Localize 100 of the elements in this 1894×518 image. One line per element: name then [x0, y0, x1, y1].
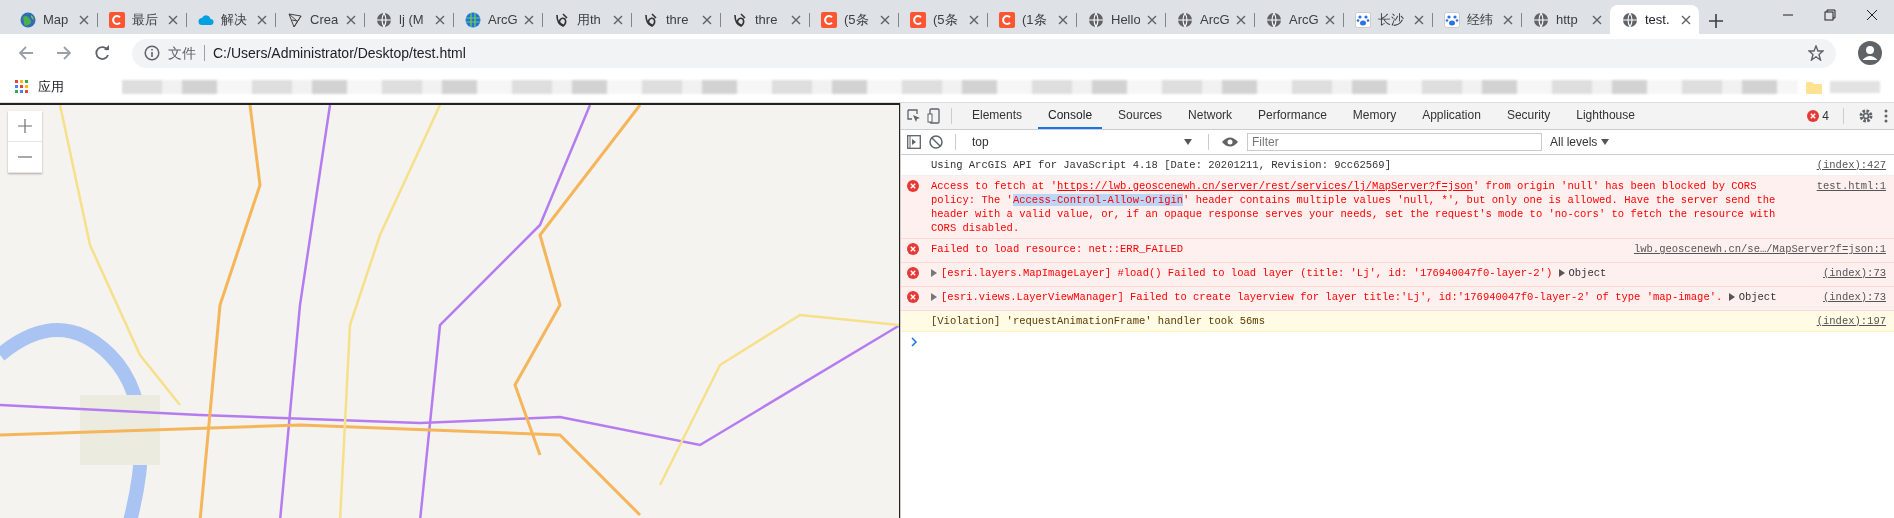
clear-console-icon[interactable]: [929, 135, 943, 149]
log-levels-select[interactable]: All levels: [1550, 135, 1610, 149]
devtools-tab[interactable]: Network: [1178, 103, 1243, 129]
url-link[interactable]: https://lwb.geoscenewh.cn/server/rest/services/lj/MapServer?f=json: [1057, 180, 1473, 192]
browser-tab[interactable]: Crea: [275, 5, 364, 34]
restore-icon[interactable]: [1824, 9, 1836, 21]
error-icon: [907, 243, 919, 255]
earth-icon: [20, 11, 36, 28]
browser-tab[interactable]: (1条: [987, 5, 1076, 34]
globe-icon: [1088, 11, 1104, 28]
source-link[interactable]: (index):197: [1804, 314, 1886, 328]
devtools-tab[interactable]: Memory: [1342, 103, 1407, 129]
browser-tab[interactable]: 经纬: [1432, 5, 1521, 34]
console-message: [Violation] 'requestAnimationFrame' handler took 56ms: [931, 314, 1266, 328]
browser-tab[interactable]: thre: [631, 5, 720, 34]
source-link[interactable]: test.html:1: [1804, 179, 1886, 235]
address-field[interactable]: 文件 C:/Users/Administrator/Desktop/test.html: [132, 38, 1836, 68]
back-icon[interactable]: [18, 45, 34, 61]
devtools-tab[interactable]: Security: [1496, 103, 1561, 129]
c-logo-icon: [821, 11, 837, 28]
apps-bookmark[interactable]: 应用: [38, 78, 64, 96]
eye-icon[interactable]: [1221, 136, 1239, 148]
browser-tab[interactable]: Map: [8, 5, 97, 34]
devtools-tab[interactable]: Lighthouse: [1566, 103, 1645, 129]
console-message: Using ArcGIS API for JavaScript 4.18 [Date: 20201211, Revision: 9cc62569]: [931, 158, 1392, 172]
expand-arrow-icon[interactable]: [931, 269, 937, 278]
browser-tab[interactable]: test.: [1610, 5, 1699, 34]
source-link[interactable]: lwb.geoscenewh.cn/se…/MapServer?f=json:1: [1621, 242, 1886, 259]
browser-tab[interactable]: http: [1521, 5, 1610, 34]
c-logo-icon: [910, 11, 926, 28]
browser-tab[interactable]: ArcG: [453, 5, 542, 34]
device-toolbar-icon[interactable]: [927, 108, 941, 124]
profile-icon[interactable]: [1858, 41, 1882, 65]
globe-icon: [1622, 11, 1638, 28]
devtools-tab[interactable]: Performance: [1248, 103, 1337, 129]
source-link[interactable]: (index):73: [1811, 290, 1886, 307]
plus-icon: [18, 119, 32, 133]
error-icon: [907, 291, 919, 303]
globe-icon: [465, 11, 481, 28]
expand-arrow-icon[interactable]: [1558, 269, 1565, 278]
browser-tab[interactable]: lj (M: [364, 5, 453, 34]
blurred-bookmarks: [1830, 81, 1880, 93]
globe-icon: [1177, 11, 1193, 28]
console-message: [esri.views.LayerViewManager] Failed to create layerview for layer title:'Lj', id:'176940047f0-layer-2' of type 'map-image'.: [941, 291, 1723, 303]
sidebar-toggle-icon[interactable]: [907, 135, 921, 149]
source-link[interactable]: (index):73: [1811, 266, 1886, 283]
paw-icon: [1355, 11, 1371, 28]
star-icon[interactable]: [1808, 45, 1824, 61]
swirl-icon: [732, 11, 748, 28]
browser-tab[interactable]: 最后: [97, 5, 186, 34]
plus-icon[interactable]: [1709, 14, 1723, 28]
devtools-tab[interactable]: Sources: [1108, 103, 1173, 129]
apps-grid-icon[interactable]: [14, 79, 30, 95]
forward-icon[interactable]: [56, 45, 72, 61]
source-link[interactable]: (index):427: [1804, 158, 1886, 172]
settings-icon[interactable]: [1858, 108, 1874, 124]
object-preview[interactable]: Object: [1738, 291, 1777, 303]
browser-tab[interactable]: (5条: [809, 5, 898, 34]
expand-arrow-icon[interactable]: [1728, 293, 1735, 302]
browser-tab[interactable]: 用th: [542, 5, 631, 34]
context-select[interactable]: top: [968, 135, 1196, 149]
browser-tab[interactable]: ArcG: [1254, 5, 1343, 34]
console-message: Failed to load resource: net::ERR_FAILED: [931, 242, 1185, 256]
browser-tab[interactable]: 长沙: [1343, 5, 1432, 34]
filter-field[interactable]: Filter: [1247, 133, 1542, 151]
browser-tab[interactable]: thre: [720, 5, 809, 34]
reload-icon[interactable]: [94, 45, 110, 61]
console-message: Access to fetch at 'https://lwb.geoscenewh.cn/server/rest/services/lj/MapServer?f=json' from origin 'null' has been blocked by CORS policy: The 'Access-Control-Allow-Origin' header contains multiple values 'null, *', but only one is allowed. Have the server send the header with a valid value, or, if an opaque response serves your needs, set the request's mode to 'no-cors' to fetch the resource with CORS disabled.: [931, 179, 1777, 235]
prompt-icon[interactable]: [911, 337, 918, 347]
c-logo-icon: [109, 11, 125, 28]
inspect-icon[interactable]: [907, 109, 921, 123]
swirl-icon: [554, 11, 570, 28]
expand-arrow-icon[interactable]: [931, 293, 937, 302]
browser-tab[interactable]: 解决: [186, 5, 275, 34]
info-icon: [144, 45, 160, 61]
globe-icon: [376, 11, 392, 28]
close-icon[interactable]: [1681, 14, 1691, 25]
caret-icon: [1601, 139, 1610, 145]
triangle-icon: [287, 11, 303, 28]
security-label: 文件: [168, 45, 205, 61]
globe-icon: [1533, 11, 1549, 28]
devtools-tab[interactable]: Elements: [962, 103, 1033, 129]
swirl-icon: [643, 11, 659, 28]
error-icon: [907, 267, 919, 279]
console-message: [esri.layers.MapImageLayer] #load() Failed to load layer (title: 'Lj', id: '176940047f0-layer-2'): [941, 267, 1553, 279]
error-icon: [907, 180, 919, 192]
browser-tab[interactable]: ArcG: [1165, 5, 1254, 34]
more-icon[interactable]: [1884, 109, 1888, 123]
paw-icon: [1444, 11, 1460, 28]
error-icon: [1807, 110, 1820, 122]
caret-icon: [1184, 139, 1192, 145]
browser-tab[interactable]: (5条: [898, 5, 987, 34]
browser-tab[interactable]: Hello: [1076, 5, 1165, 34]
globe-icon: [1266, 11, 1282, 28]
close-icon[interactable]: [1866, 9, 1878, 21]
object-preview[interactable]: Object: [1568, 267, 1607, 279]
url-text: C:/Users/Administrator/Desktop/test.html: [213, 45, 467, 61]
c-logo-icon: [999, 11, 1015, 28]
devtools-tab[interactable]: Application: [1412, 103, 1491, 129]
error-count[interactable]: 4: [1822, 109, 1829, 123]
